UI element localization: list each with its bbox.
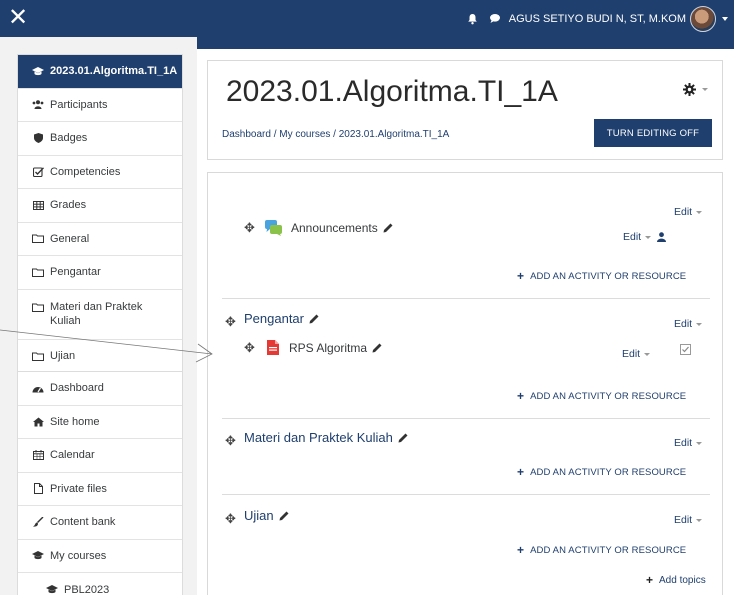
- annotation-arrow: [0, 329, 213, 363]
